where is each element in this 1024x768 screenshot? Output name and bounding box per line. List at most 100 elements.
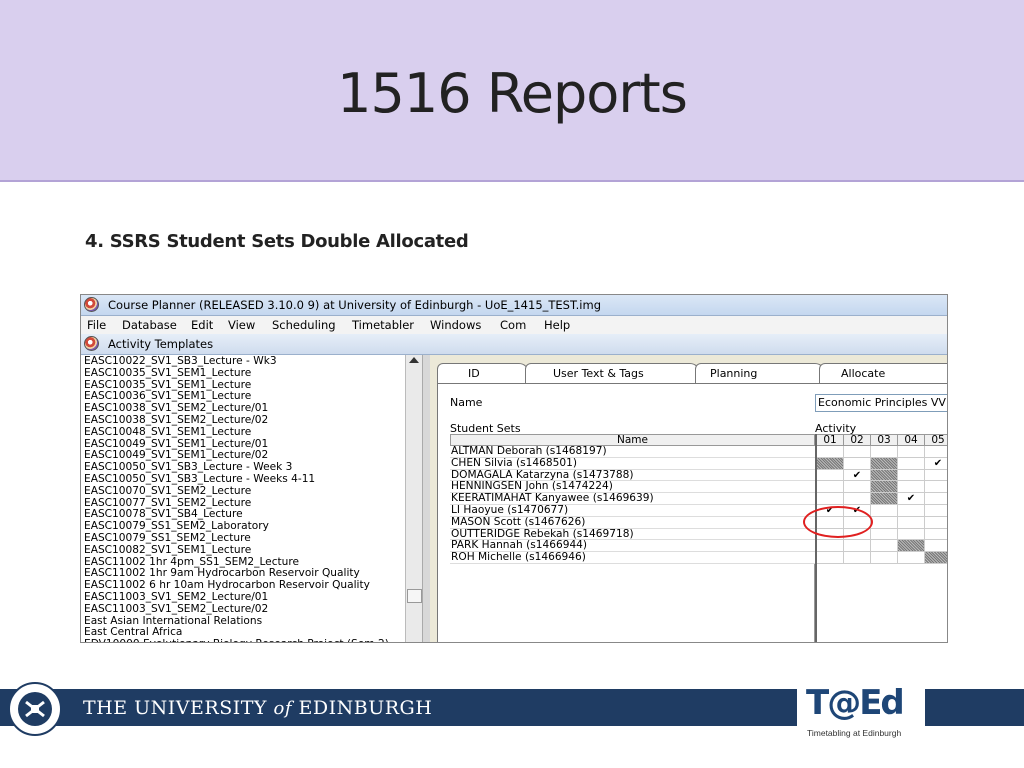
university-name-of: of	[273, 698, 292, 719]
allocation-cell[interactable]	[898, 481, 925, 494]
tab-planning[interactable]: Planning	[695, 363, 825, 384]
name-label: Name	[450, 396, 483, 409]
unavailable-cell[interactable]	[925, 552, 947, 564]
allocation-cell[interactable]	[844, 446, 871, 458]
template-list-item[interactable]: EASC10082_SV1_SEM1_Lecture	[84, 544, 251, 557]
unavailable-cell[interactable]	[871, 469, 898, 482]
slide-title: 1516 Reports	[337, 62, 688, 125]
allocation-cell[interactable]	[871, 516, 898, 529]
unavailable-cell[interactable]	[871, 481, 898, 494]
university-seal-icon	[8, 682, 62, 736]
menu-view[interactable]: View	[228, 318, 255, 332]
allocation-cell[interactable]	[844, 552, 871, 564]
templates-scrollbar[interactable]	[405, 355, 423, 642]
allocation-cell[interactable]	[871, 540, 898, 553]
allocated-check-icon[interactable]: ✔	[844, 469, 871, 482]
allocation-cell[interactable]	[817, 493, 844, 505]
activity-column-header[interactable]: 02	[844, 434, 871, 446]
tab-user-text-tags-label: User Text & Tags	[553, 367, 644, 380]
allocation-cell[interactable]	[925, 481, 947, 494]
name-field[interactable]: Economic Principles VV1	[815, 394, 947, 412]
allocation-cell[interactable]	[898, 516, 925, 529]
allocation-cell[interactable]	[817, 481, 844, 494]
activity-column-header[interactable]: 01	[817, 434, 844, 446]
tab-planning-label: Planning	[710, 367, 758, 380]
unavailable-cell[interactable]	[898, 540, 925, 553]
allocated-check-icon[interactable]: ✔	[898, 493, 925, 505]
tab-user-text-tags[interactable]: User Text & Tags	[525, 363, 700, 384]
menu-com[interactable]: Com	[500, 318, 526, 332]
scroll-thumb[interactable]	[407, 589, 422, 603]
tab-id[interactable]: ID	[437, 363, 529, 384]
course-planner-screenshot: Course Planner (RELEASED 3.10.0 9) at Un…	[80, 294, 948, 643]
child-window-title-bar[interactable]: Activity Templates	[81, 334, 947, 355]
activity-column-header[interactable]: 05	[925, 434, 947, 446]
university-name-suffix: EDINBURGH	[298, 697, 433, 719]
allocation-cell[interactable]	[844, 493, 871, 505]
tab-allocate[interactable]: Allocate	[819, 363, 947, 384]
allocation-cell[interactable]	[898, 552, 925, 564]
allocation-cell[interactable]	[817, 552, 844, 564]
menu-edit[interactable]: Edit	[191, 318, 213, 332]
menu-database[interactable]: Database	[122, 318, 177, 332]
allocation-cell[interactable]	[817, 540, 844, 553]
template-list-item[interactable]: EASC10070_SV1_SEM2_Lecture	[84, 485, 251, 498]
unavailable-cell[interactable]	[871, 457, 898, 470]
allocation-cell[interactable]	[925, 505, 947, 517]
student-set-name: MASON Scott (s1467626)	[450, 516, 815, 529]
allocation-cell[interactable]	[925, 470, 947, 482]
template-list-item[interactable]: EASC10035_SV1_SEM1_Lecture	[84, 367, 251, 380]
template-list-item[interactable]: EASC10048_SV1_SEM1_Lecture	[84, 426, 251, 439]
allocated-check-icon[interactable]: ✔	[925, 458, 947, 470]
tab-allocate-label: Allocate	[841, 367, 886, 380]
unavailable-cell[interactable]	[871, 493, 898, 505]
allocation-cell[interactable]	[871, 552, 898, 564]
allocation-cell[interactable]	[817, 469, 844, 482]
allocation-cell[interactable]	[898, 505, 925, 517]
allocation-cell[interactable]	[844, 540, 871, 553]
allocation-cell[interactable]	[898, 457, 925, 470]
allocation-cell[interactable]	[898, 528, 925, 541]
student-set-name: ROH Michelle (s1466946)	[450, 552, 815, 564]
allocation-cell[interactable]	[925, 446, 947, 458]
allocation-cell[interactable]	[871, 505, 898, 517]
tab-id-label: ID	[468, 367, 480, 380]
activity-column-header[interactable]: 03	[871, 434, 898, 446]
menu-scheduling[interactable]: Scheduling	[272, 318, 336, 332]
template-list-item[interactable]: EDV10000 Evolutionary Biology Research P…	[84, 638, 389, 642]
allocation-cell[interactable]	[871, 446, 898, 458]
allocation-cell[interactable]	[898, 446, 925, 458]
menu-timetabler[interactable]: Timetabler	[352, 318, 414, 332]
allocation-cell[interactable]	[925, 493, 947, 505]
allocation-cell[interactable]	[925, 540, 947, 553]
activity-column-header[interactable]: 04	[898, 434, 925, 446]
allocation-cell[interactable]	[898, 469, 925, 482]
student-set-row[interactable]: MASON Scott (s1467626)	[450, 516, 947, 529]
menu-bar: File Database Edit View Scheduling Timet…	[81, 316, 947, 335]
scroll-up-arrow-icon[interactable]	[409, 357, 419, 363]
activity-templates-list[interactable]: EASC10022_SV1_SB3_Lecture - Wk3 EASC10035…	[81, 355, 408, 642]
allocation-cell[interactable]	[925, 517, 947, 529]
allocation-cell[interactable]	[844, 481, 871, 494]
unavailable-cell[interactable]	[817, 457, 844, 470]
ted-logo-mark: T@Ed	[806, 683, 905, 723]
details-pane: ID User Text & Tags Planning Allocate Na…	[430, 355, 947, 642]
double-allocation-highlight	[803, 506, 873, 538]
tab-strip: ID User Text & Tags Planning Allocate	[437, 363, 947, 385]
grid-empty-area	[450, 564, 815, 642]
allocation-cell[interactable]	[844, 457, 871, 470]
allocation-cell[interactable]	[871, 528, 898, 541]
allocation-grid: Name 01 02 03 04 05 ALTMAN Deborah (s1468197)…	[450, 434, 947, 642]
allocate-tab-body: Name Economic Principles VV1 Student Set…	[437, 383, 947, 642]
student-set-row[interactable]: ROH Michelle (s1466946)	[450, 552, 947, 564]
window-title-bar[interactable]: Course Planner (RELEASED 3.10.0 9) at Un…	[81, 295, 947, 316]
student-set-name: CHEN Silvia (s1468501)	[450, 457, 815, 470]
template-list-item[interactable]: EASC11003_SV1_SEM2_Lecture/02	[84, 603, 268, 616]
menu-help[interactable]: Help	[544, 318, 570, 332]
allocation-cell[interactable]	[925, 529, 947, 541]
allocation-cell[interactable]	[817, 446, 844, 458]
menu-file[interactable]: File	[87, 318, 106, 332]
student-set-row[interactable]: CHEN Silvia (s1468501) ✔	[450, 457, 947, 470]
ted-tagline: Timetabling at Edinburgh	[807, 728, 902, 738]
menu-windows[interactable]: Windows	[430, 318, 481, 332]
